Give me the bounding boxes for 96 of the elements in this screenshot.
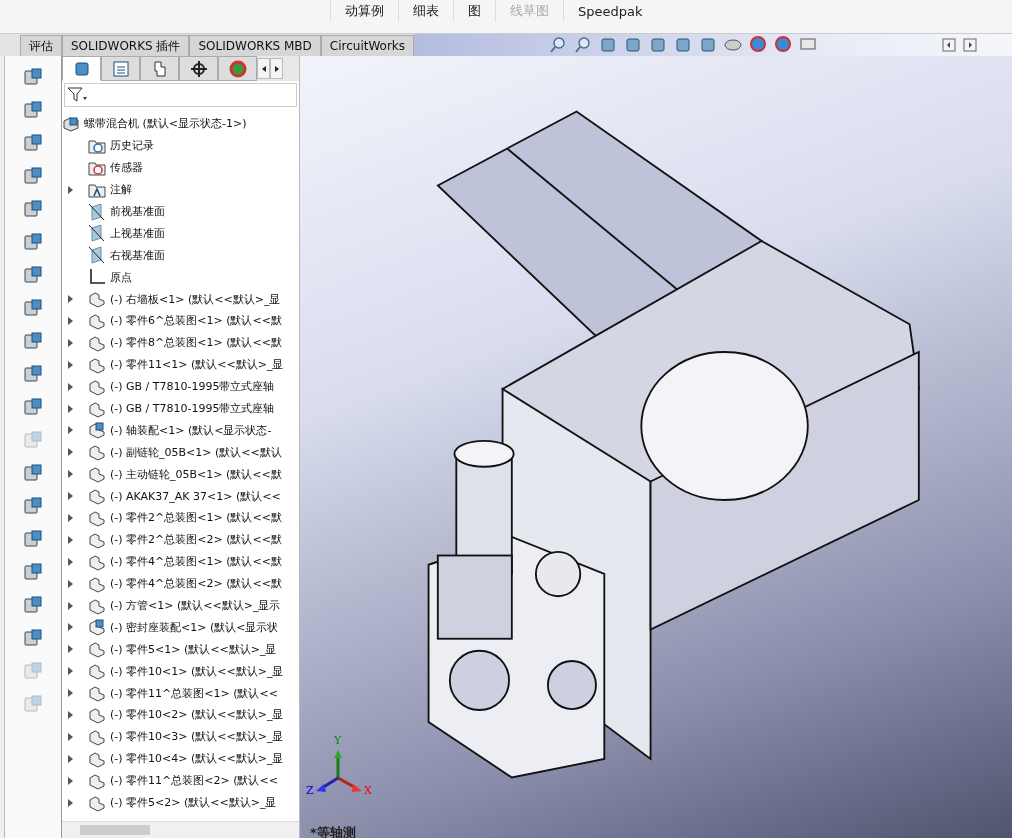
zoom-area-icon[interactable] (574, 36, 593, 54)
ribbon-button[interactable]: Speedpak (563, 0, 657, 22)
part-icon (88, 706, 106, 724)
horizontal-scrollbar[interactable] (62, 821, 299, 838)
expand-arrow-icon[interactable] (66, 360, 74, 369)
tree-item[interactable]: (-) 密封座装配<1> (默认<显示状 (110, 619, 279, 635)
command-tab[interactable]: SOLIDWORKS MBD (189, 35, 321, 56)
expand-arrow-icon[interactable] (66, 732, 74, 741)
assembly-icon (88, 421, 106, 440)
tree-item[interactable]: (-) 零件5<1> (默认<<默认>_显 (110, 641, 277, 657)
axis-label: Y (334, 734, 342, 747)
tree-item[interactable]: (-) 零件11<1> (默认<<默认>_显 (110, 357, 284, 373)
command-tab[interactable]: CircuitWorks (320, 35, 415, 56)
panel-tab[interactable] (179, 56, 218, 81)
tree-item[interactable]: (-) GB / T7810-1995带立式座轴 (110, 379, 275, 395)
expand-arrow-icon[interactable] (66, 448, 74, 457)
eye-icon[interactable] (724, 36, 743, 54)
axis-label: Z (306, 784, 314, 797)
expand-arrow-icon[interactable] (66, 623, 74, 632)
tree-item[interactable]: (-) 右墙板<1> (默认<<默认>_显 (110, 291, 281, 307)
command-tab[interactable]: 评估 (20, 35, 62, 56)
filter-icon[interactable] (67, 87, 89, 103)
expand-arrow-icon[interactable] (66, 667, 74, 676)
expand-arrow-icon[interactable] (66, 776, 74, 785)
expand-arrow-icon[interactable] (66, 535, 74, 544)
expand-arrow-icon[interactable] (66, 711, 74, 719)
expand-arrow-icon[interactable] (66, 645, 74, 654)
expand-arrow-icon[interactable] (66, 557, 74, 566)
axis-label: X (364, 784, 372, 797)
caret-right-icon[interactable] (272, 65, 281, 73)
part-icon (88, 443, 106, 462)
tree-item[interactable]: 螺带混合机 (默认<显示状态-1>) (84, 116, 247, 132)
tree-item[interactable]: 原点 (110, 269, 132, 285)
tree-item[interactable]: (-) 零件2^总装图<2> (默认<<默 (110, 532, 282, 548)
expand-pane-icon[interactable] (963, 38, 977, 52)
list-icon[interactable] (111, 59, 130, 78)
restore-pane-icon[interactable] (942, 38, 956, 52)
expand-arrow-icon[interactable] (66, 601, 74, 610)
tree-item[interactable]: (-) 零件10<2> (默认<<默认>_显 (110, 707, 284, 723)
expand-arrow-icon[interactable] (66, 492, 74, 501)
expand-arrow-icon[interactable] (66, 754, 74, 763)
tree-item[interactable]: (-) 零件4^总装图<2> (默认<<默 (110, 576, 282, 592)
ribbon-button[interactable]: 图 (453, 0, 495, 22)
expand-arrow-icon[interactable] (66, 185, 74, 194)
tree-item[interactable]: (-) 零件11^总装图<1> (默认<< (110, 685, 278, 701)
tree-item[interactable]: (-) 零件10<3> (默认<<默认>_显 (110, 729, 284, 745)
part-icon (88, 640, 106, 659)
ribbon-button[interactable]: 动算例 (330, 0, 398, 22)
part-icon (88, 684, 106, 703)
tree-item[interactable]: 前视基准面 (110, 204, 165, 219)
tree-item[interactable]: (-) AKAK37_AK 37<1> (默认<< (110, 488, 281, 504)
tree-item[interactable]: 历史记录 (110, 138, 154, 154)
tree-item[interactable]: (-) 零件8^总装图<1> (默认<<默 (110, 335, 282, 351)
tree-item[interactable]: (-) 轴装配<1> (默认<显示状态- (110, 422, 272, 438)
tab-scroll-left[interactable] (257, 58, 270, 79)
tree-item[interactable]: (-) 零件11^总装图<2> (默认<< (110, 773, 278, 789)
expand-arrow-icon[interactable] (66, 513, 74, 522)
tree-item[interactable]: (-) 零件2^总装图<1> (默认<<默 (110, 510, 282, 526)
part-icon (88, 662, 106, 681)
expand-arrow-icon[interactable] (66, 470, 74, 479)
assembly-icon (88, 618, 106, 637)
part-icon (88, 290, 106, 309)
expand-arrow-icon[interactable] (66, 798, 74, 807)
crosshair-icon[interactable] (189, 59, 208, 78)
part-cube-icon[interactable] (72, 59, 91, 78)
expand-arrow-icon[interactable] (66, 316, 74, 325)
expand-arrow-icon[interactable] (66, 689, 74, 698)
expand-arrow-icon[interactable] (66, 426, 74, 435)
origin-icon (88, 268, 106, 287)
ribbon-button[interactable]: 细表 (398, 0, 453, 22)
tree-item[interactable]: (-) 零件6^总装图<1> (默认<<默 (110, 313, 282, 329)
part-icon (88, 465, 106, 484)
expand-arrow-icon[interactable] (66, 579, 74, 588)
part-icon (88, 487, 106, 506)
tree-item[interactable]: (-) 零件4^总装图<1> (默认<<默 (110, 554, 282, 570)
assembly-icon (62, 114, 80, 133)
panel-tab[interactable] (62, 56, 101, 81)
tab-scroll-right[interactable] (270, 58, 283, 79)
expand-arrow-icon[interactable] (66, 382, 74, 391)
expand-arrow-icon[interactable] (66, 338, 74, 347)
tree-item[interactable]: (-) 主动链轮_05B<1> (默认<<默 (110, 466, 282, 482)
tree-item[interactable]: (-) 零件10<4> (默认<<默认>_显 (110, 751, 284, 767)
tree-item[interactable]: (-) 零件10<1> (默认<<默认>_显 (110, 663, 284, 679)
command-tab[interactable]: SOLIDWORKS 插件 (62, 35, 190, 56)
zoom-fit-icon[interactable] (549, 36, 568, 54)
tree-item[interactable]: (-) 零件5<2> (默认<<默认>_显 (110, 795, 277, 811)
expand-arrow-icon[interactable] (66, 295, 74, 304)
tree-item[interactable]: (-) 副链轮_05B<1> (默认<<默认 (110, 444, 282, 460)
color-wheel-icon[interactable] (228, 59, 247, 78)
tree-item[interactable]: (-) GB / T7810-1995带立式座轴 (110, 401, 275, 416)
tree-item[interactable]: 注解 (110, 182, 132, 198)
tree-item[interactable]: 传感器 (110, 160, 143, 176)
tree-item[interactable]: 右视基准面 (110, 247, 165, 263)
expand-arrow-icon[interactable] (66, 404, 74, 413)
tree-item[interactable]: (-) 方管<1> (默认<<默认>_显示 (110, 598, 281, 614)
tree-item[interactable]: 上视基准面 (110, 225, 165, 241)
